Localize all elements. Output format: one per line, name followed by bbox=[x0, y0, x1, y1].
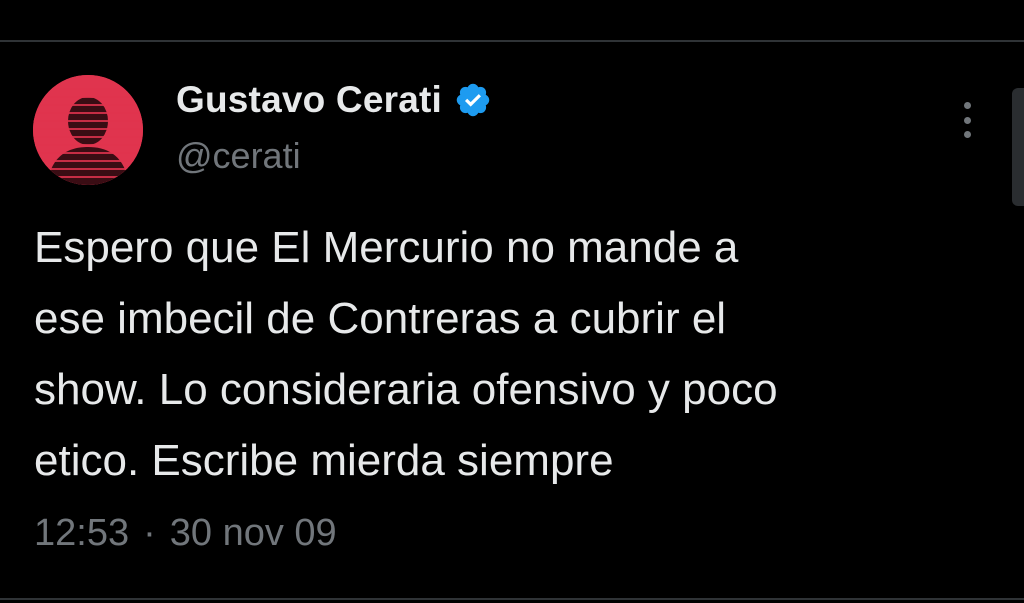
scrollbar-thumb[interactable] bbox=[1012, 88, 1024, 206]
top-divider bbox=[0, 40, 1024, 42]
user-handle[interactable]: @cerati bbox=[176, 135, 301, 177]
bottom-divider bbox=[0, 598, 1024, 600]
tweet-detail-view: Gustavo Cerati @cerati Espero que El Mer… bbox=[0, 0, 1024, 603]
author-name-row[interactable]: Gustavo Cerati bbox=[176, 76, 492, 124]
timestamp-separator: · bbox=[143, 512, 156, 554]
more-vertical-icon-dot bbox=[963, 116, 971, 124]
verified-badge-icon bbox=[454, 81, 492, 119]
avatar[interactable] bbox=[33, 75, 143, 185]
tweet-body: Espero que El Mercurio no mande a ese im… bbox=[34, 223, 778, 485]
tweet-date: 30 nov 09 bbox=[169, 512, 337, 554]
more-options-button[interactable] bbox=[952, 98, 982, 142]
more-vertical-icon-dot bbox=[963, 131, 971, 138]
more-vertical-icon bbox=[963, 102, 971, 109]
tweet-timestamp[interactable]: 12:53 · 30 nov 09 bbox=[34, 512, 337, 555]
display-name[interactable]: Gustavo Cerati bbox=[176, 79, 442, 121]
tweet-time: 12:53 bbox=[34, 512, 130, 554]
